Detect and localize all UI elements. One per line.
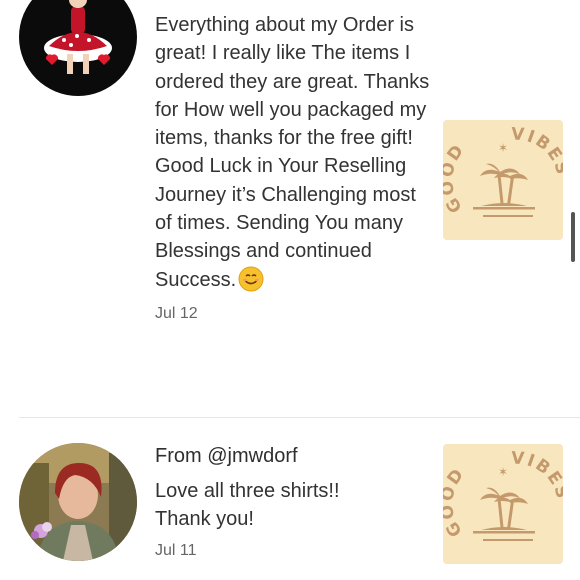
review-date: Jul 11 [155,541,197,559]
avatar[interactable] [19,443,137,561]
review-date: Jul 12 [155,304,198,322]
smiling-face-emoji-icon [238,266,264,292]
svg-text:GOOD: GOOD [443,140,469,216]
scrollbar[interactable] [571,212,575,262]
svg-text:VIBES: VIBES [511,448,563,502]
review-text: Everything about my Order is great! I re… [155,11,430,294]
svg-text:✶: ✶ [498,141,508,155]
logo-text-vibes: VIBES [511,124,563,178]
logo-text-vibes: VIBES [511,448,563,502]
divider [19,417,580,418]
good-vibes-logo-icon: GOOD VIBES ✶ [443,124,563,217]
svg-text:✶: ✶ [498,465,508,479]
svg-text:VIBES: VIBES [511,124,563,178]
review-body: Love all three shirts!! Thank you! [155,480,340,531]
avatar-image [19,443,137,561]
avatar-image [19,0,137,96]
good-vibes-logo-icon: GOOD VIBES ✶ [443,448,563,541]
svg-text:GOOD: GOOD [443,464,469,540]
logo-text-good: GOOD [443,140,467,216]
product-thumbnail[interactable]: GOOD VIBES ✶ [443,444,563,564]
logo-text-good: GOOD [443,464,467,540]
review-body: Everything about my Order is great! I re… [155,14,430,291]
review-author: From @jmwdorf [155,445,298,467]
avatar[interactable] [19,0,137,96]
product-thumbnail[interactable]: GOOD VIBES ✶ [443,120,563,240]
